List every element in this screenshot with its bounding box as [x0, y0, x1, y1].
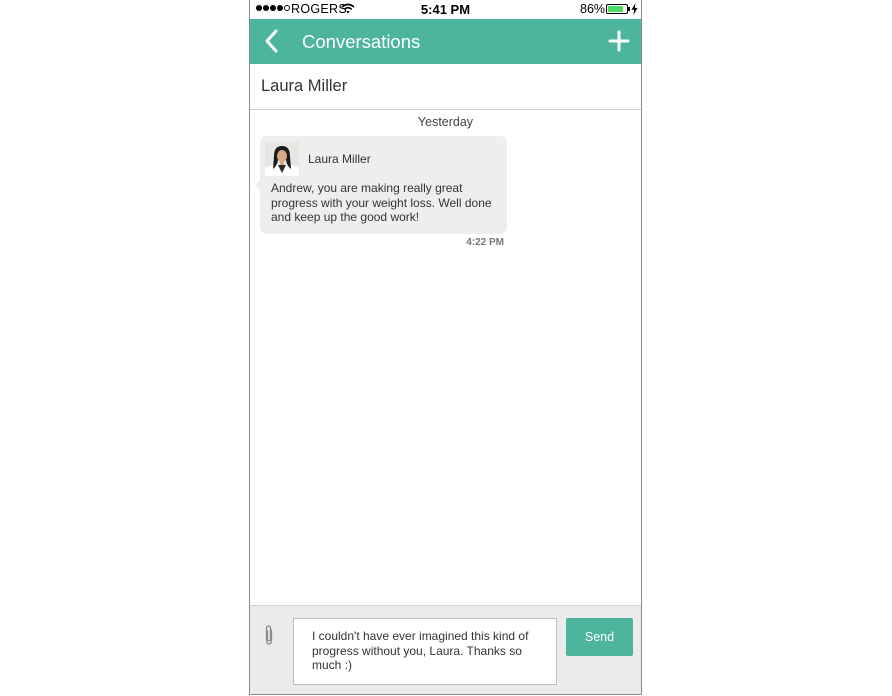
phone-screen: ROGERS 5:41 PM 86% Conversations Laura M… — [249, 0, 642, 695]
status-bar: ROGERS 5:41 PM 86% — [250, 0, 641, 19]
back-chevron-icon[interactable] — [262, 28, 284, 54]
sender-name: Laura Miller — [308, 152, 371, 166]
date-divider: Yesterday — [417, 115, 474, 129]
message-input[interactable]: I couldn't have ever imagined this kind … — [293, 618, 557, 685]
add-conversation-plus-icon[interactable] — [608, 30, 630, 52]
send-button[interactable]: Send — [566, 618, 633, 656]
message-text: Andrew, you are making really great prog… — [271, 181, 492, 224]
contact-name: Laura Miller — [261, 77, 348, 95]
battery-percentage: 86% — [580, 2, 606, 16]
contact-header: Laura Miller — [250, 64, 641, 110]
message-list[interactable]: Yesterday Laura Miller Andrew, you are m… — [250, 110, 641, 605]
message-composer: I couldn't have ever imagined this kind … — [250, 605, 641, 694]
page-title: Conversations — [302, 31, 421, 52]
battery-icon — [606, 4, 628, 14]
sender-avatar — [265, 142, 299, 176]
message-timestamp: 4:22 PM — [466, 237, 504, 248]
nav-bar: Conversations — [250, 19, 641, 64]
paperclip-icon[interactable] — [262, 624, 276, 646]
message-bubble: Laura Miller Andrew, you are making real… — [255, 136, 507, 234]
battery-cap — [628, 7, 630, 11]
bubble-tail — [255, 180, 261, 190]
charging-icon — [631, 3, 638, 15]
